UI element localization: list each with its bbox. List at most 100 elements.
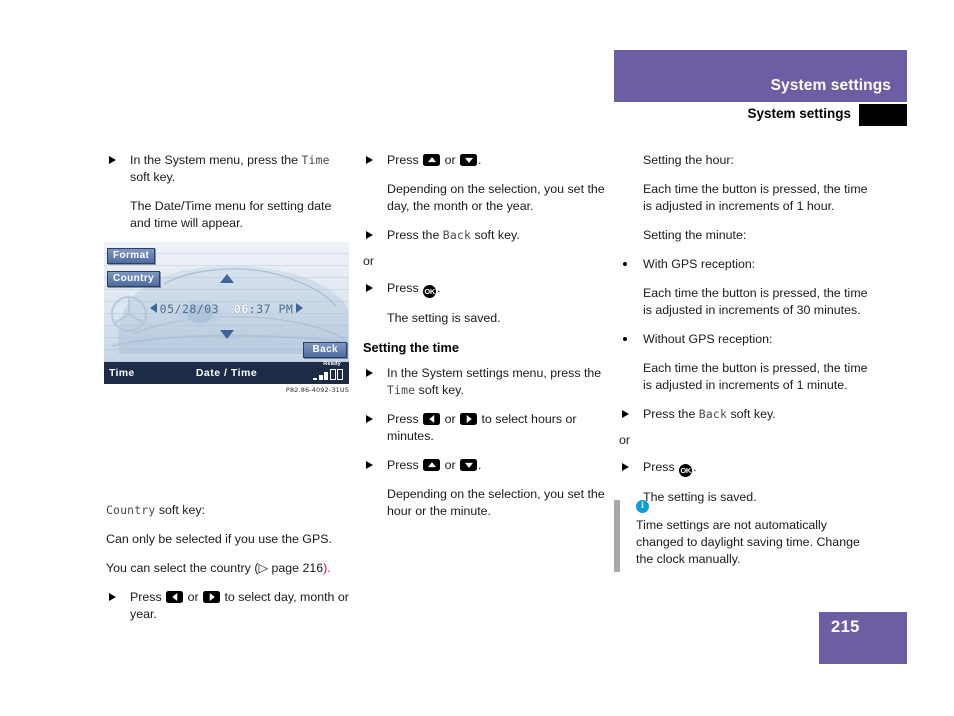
step-text-a: Press <box>387 458 423 472</box>
round-bullet-icon <box>623 262 627 266</box>
screen-date-value[interactable]: 05/28/03 <box>160 302 219 316</box>
arrow-down-key-icon <box>460 459 478 471</box>
triangle-bullet-icon <box>109 156 116 164</box>
arrow-left-key-icon <box>166 591 184 603</box>
round-bullet-icon <box>623 337 627 341</box>
header-black-tab <box>859 104 907 126</box>
step-select-day-month-year: Press or to select day, month or year. <box>106 589 352 623</box>
screen-time-hour[interactable]: 06 <box>234 302 249 316</box>
right-column: Setting the hour: Each time the button i… <box>619 152 869 518</box>
page-number: 215 <box>831 618 860 636</box>
screen-datetime-row: 05/28/03 06:37 PM <box>104 302 349 316</box>
bullet-title: With GPS reception: <box>643 257 756 271</box>
triangle-bullet-icon <box>366 461 373 469</box>
device-screen-image: Format Country 05/28/03 06:37 PM Back Ti… <box>104 242 349 384</box>
ok-button-icon: OK <box>423 285 437 298</box>
triangle-bullet-icon <box>366 415 373 423</box>
arrow-right-key-icon <box>460 413 478 425</box>
or-separator: or <box>363 254 375 268</box>
middle-column: Press or . Depending on the selection, y… <box>363 152 609 532</box>
step-open-time-menu-note: The Date/Time menu for setting date and … <box>130 199 332 230</box>
gps-without-reception-title: Without GPS reception: <box>619 331 869 348</box>
signal-strength-icon <box>313 369 343 380</box>
step-open-time-menu: In the System menu, press the Time soft … <box>106 152 352 186</box>
gps-without-reception-text: Each time the button is pressed, the tim… <box>643 361 868 392</box>
step-text-a: Press the <box>643 407 699 421</box>
note-body: i Time settings are not automatically ch… <box>636 500 870 568</box>
softkey-name-back: Back <box>442 228 472 242</box>
country-heading-rest: soft key: <box>155 503 205 517</box>
screen-arrow-down-icon[interactable] <box>219 330 234 339</box>
info-note: i Time settings are not automatically ch… <box>614 500 870 572</box>
step-text-a: In the System menu, press the <box>130 153 302 167</box>
screen-arrow-left-icon[interactable] <box>149 303 157 313</box>
page-reference: page 216 <box>271 561 324 575</box>
arrow-up-key-icon <box>423 154 441 166</box>
step-press-up-down-date-note: Depending on the selection, you set the … <box>387 182 605 213</box>
screen-status-bar: Time Date / Time Ready <box>104 361 349 384</box>
step-select-hours-minutes: Press or to select hours or minutes. <box>363 411 609 445</box>
step-text-b: . <box>693 460 697 474</box>
note-text: Time settings are not automatically chan… <box>636 518 860 566</box>
triangle-bullet-icon <box>366 231 373 239</box>
triangle-bullet-icon <box>366 284 373 292</box>
setting-hour-title: Setting the hour: <box>643 153 734 167</box>
step-press-up-down-time-note: Depending on the selection, you set the … <box>387 487 605 518</box>
note-side-rule <box>614 500 620 572</box>
step-text-a: Press <box>130 590 166 604</box>
manual-page: System settings System settings In the S… <box>0 0 954 716</box>
step-text-b: . <box>478 458 482 472</box>
triangle-bullet-icon <box>109 593 116 601</box>
triangle-bullet-icon <box>622 410 629 418</box>
screen-time-rest[interactable]: :37 PM <box>249 302 294 316</box>
country-line-1: Can only be selected if you use the GPS. <box>106 532 332 546</box>
step-text-b: soft key. <box>130 170 176 184</box>
softkey-name-back: Back <box>698 407 728 421</box>
screen-status-ready: Ready <box>323 361 341 367</box>
step-press-ok-date-note: The setting is saved. <box>387 311 501 325</box>
softkey-name-time: Time <box>301 153 330 167</box>
screen-softkey-format[interactable]: Format <box>107 248 156 264</box>
step-text-b: soft key. <box>415 383 464 397</box>
step-press-ok-date: Press OK. <box>363 280 609 298</box>
gps-with-reception-title: With GPS reception: <box>619 256 869 273</box>
screen-arrow-up-icon[interactable] <box>219 274 234 283</box>
step-text-b: soft key. <box>471 228 520 242</box>
country-line-2-a: You can select the country ( <box>106 561 259 575</box>
arrow-right-key-icon <box>203 591 221 603</box>
bullet-title: Without GPS reception: <box>643 332 773 346</box>
step-text-b: . <box>437 281 441 295</box>
step-text-mid: or <box>441 153 460 167</box>
setting-hour-text: Each time the button is pressed, the tim… <box>643 182 868 213</box>
arrow-down-key-icon <box>460 154 478 166</box>
step-text-b: . <box>478 153 482 167</box>
header-rule <box>614 100 907 102</box>
page-title: System settings <box>770 77 891 94</box>
step-text-a: Press <box>387 281 423 295</box>
ok-button-icon: OK <box>679 464 693 477</box>
screen-arrow-right-icon[interactable] <box>296 303 304 313</box>
page-header-bar: System settings <box>614 50 907 100</box>
gps-with-reception-text: Each time the button is pressed, the tim… <box>643 286 868 317</box>
step-text-b: soft key. <box>727 407 776 421</box>
triangle-bullet-icon <box>622 463 629 471</box>
step-text-a: In the System settings menu, press the <box>387 366 602 380</box>
country-line-2: You can select the country (▷ page 216). <box>106 560 352 577</box>
step-press-back-time: Press the Back soft key. <box>619 406 869 423</box>
header-subtitle-row: System settings <box>614 104 907 126</box>
step-text-a: Press <box>387 153 423 167</box>
or-separator: or <box>619 433 631 447</box>
step-text-a: Press <box>387 412 423 426</box>
step-text-mid: or <box>441 458 460 472</box>
page-number-box: 215 <box>819 612 907 664</box>
screen-softkey-country[interactable]: Country <box>107 271 161 287</box>
step-open-time-softkey: In the System settings menu, press the T… <box>363 365 609 399</box>
figure-caption: P82.86-4092-31US <box>285 386 349 394</box>
step-press-up-down-date: Press or . <box>363 152 609 169</box>
screen-softkey-back[interactable]: Back <box>303 342 347 358</box>
page-ref-arrow-icon: ▷ <box>258 561 272 575</box>
step-press-back-date: Press the Back soft key. <box>363 227 609 244</box>
arrow-left-key-icon <box>423 413 441 425</box>
step-text-mid: or <box>441 412 460 426</box>
step-press-ok-time: Press OK. <box>619 459 869 477</box>
